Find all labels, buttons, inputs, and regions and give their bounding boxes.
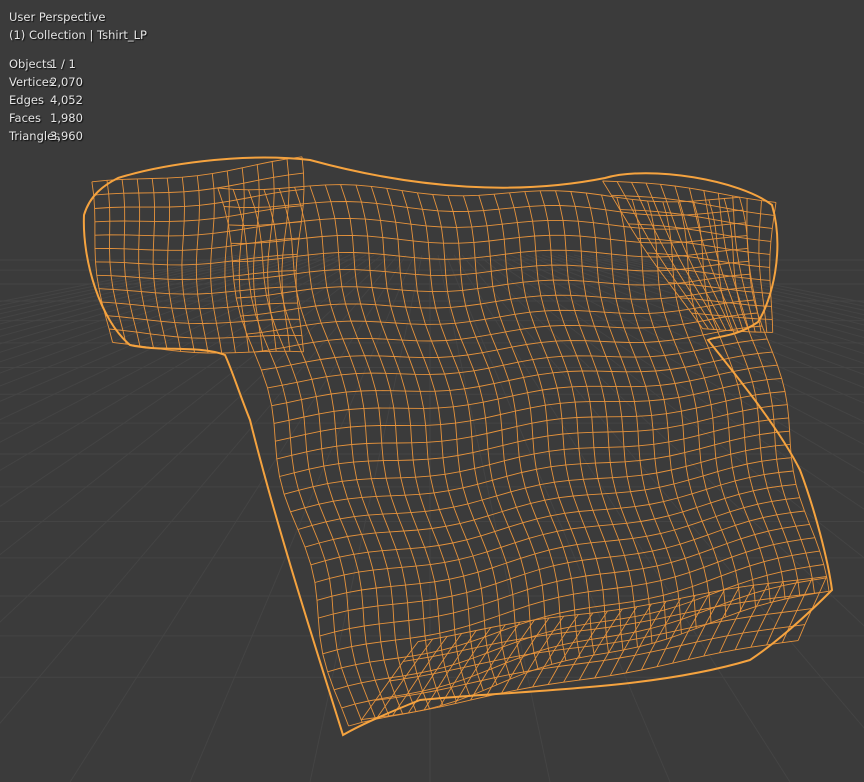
- stat-label: Vertices: [9, 75, 55, 89]
- mesh-outline: [82, 156, 834, 737]
- stat-label: Edges: [9, 93, 44, 107]
- stat-row-faces: Faces 1,980: [9, 109, 83, 127]
- stat-row-triangles: Triangles 3,960: [9, 127, 83, 145]
- stat-label: Faces: [9, 111, 41, 125]
- 3d-viewport[interactable]: User Perspective (1) Collection | Tshirt…: [0, 0, 864, 782]
- stat-row-edges: Edges 4,052: [9, 91, 83, 109]
- tshirt-mesh-wireframe[interactable]: [82, 156, 834, 737]
- collection-label: (1) Collection | Tshirt_LP: [9, 28, 147, 42]
- stat-row-vertices: Vertices 2,070: [9, 73, 83, 91]
- stat-value: 4,052: [50, 93, 83, 107]
- stat-label: Objects: [9, 57, 53, 71]
- viewport-scene[interactable]: [0, 0, 864, 782]
- stat-value: 1 / 1: [50, 57, 76, 71]
- view-name-label: User Perspective: [9, 10, 106, 24]
- stat-value: 2,070: [50, 75, 83, 89]
- left-sleeve: [91, 156, 305, 354]
- stat-row-objects: Objects 1 / 1: [9, 55, 83, 73]
- stat-label: Triangles: [9, 129, 61, 143]
- stat-value: 3,960: [50, 129, 83, 143]
- viewport-header-info: User Perspective (1) Collection | Tshirt…: [9, 8, 147, 44]
- scene-statistics: Objects 1 / 1 Vertices 2,070 Edges 4,052…: [9, 55, 83, 145]
- stat-value: 1,980: [50, 111, 83, 125]
